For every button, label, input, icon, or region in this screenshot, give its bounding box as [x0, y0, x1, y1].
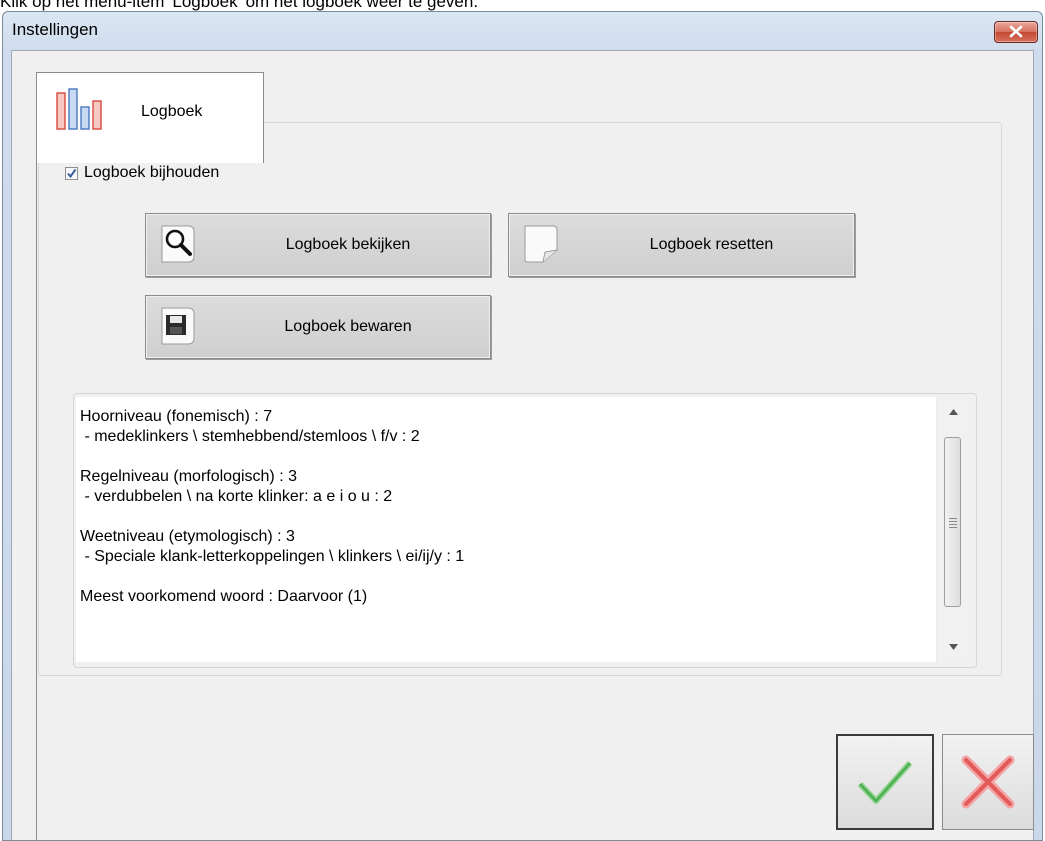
save-log-button[interactable]: Logboek bewaren: [145, 295, 491, 359]
tab-logboek[interactable]: Logboek: [36, 72, 264, 163]
thumb-grip: [949, 518, 957, 530]
log-line: Regelniveau (morfologisch) : 3: [80, 468, 297, 485]
keep-log-label: Logboek bijhouden: [84, 164, 220, 181]
magnifier-icon: [161, 225, 195, 263]
view-log-label: Logboek bekijken: [285, 236, 411, 253]
checkmark-icon: [857, 760, 913, 804]
arrow-up-icon: [948, 409, 958, 415]
scroll-thumb[interactable]: [944, 437, 961, 607]
log-content: Hoorniveau (fonemisch) : 7 - medeklinker…: [80, 407, 920, 607]
scroll-up-button[interactable]: [937, 397, 969, 427]
bar-chart-icon: [56, 88, 102, 130]
dialog-title: Instellingen: [12, 20, 99, 39]
cancel-x-icon: [961, 755, 1015, 809]
log-line: - verdubbelen \ na korte klinker: a e i …: [80, 488, 393, 505]
cancel-button[interactable]: [942, 734, 1034, 830]
log-textbox[interactable]: Hoorniveau (fonemisch) : 7 - medeklinker…: [76, 397, 969, 662]
vertical-scrollbar[interactable]: [936, 397, 969, 662]
reset-log-button[interactable]: Logboek resetten: [508, 213, 855, 277]
keep-log-checkbox-row[interactable]: Logboek bijhouden: [65, 163, 219, 183]
checkmark-icon: [67, 168, 77, 178]
tab-label: Logboek: [141, 103, 203, 120]
floppy-disk-icon: [161, 307, 195, 345]
scroll-down-button[interactable]: [937, 632, 969, 662]
log-line: Meest voorkomend woord : Daarvoor (1): [80, 588, 368, 605]
view-log-button[interactable]: Logboek bekijken: [145, 213, 491, 277]
log-line: - Speciale klank-letterkoppelingen \ kli…: [80, 548, 465, 565]
arrow-down-icon: [948, 644, 958, 650]
ok-button[interactable]: [836, 734, 934, 830]
log-line: Hoorniveau (fonemisch) : 7: [80, 408, 273, 425]
keep-log-checkbox[interactable]: [65, 166, 78, 180]
log-line: Weetniveau (etymologisch) : 3: [80, 528, 295, 545]
log-line: - medeklinkers \ stemhebbend/stemloos \ …: [80, 428, 420, 445]
reset-log-label: Logboek resetten: [649, 236, 774, 253]
blank-page-icon: [524, 225, 558, 263]
close-button[interactable]: [994, 21, 1038, 43]
title-bar[interactable]: Instellingen: [3, 12, 1042, 52]
save-log-label: Logboek bewaren: [284, 318, 412, 335]
close-icon: [1009, 25, 1023, 38]
